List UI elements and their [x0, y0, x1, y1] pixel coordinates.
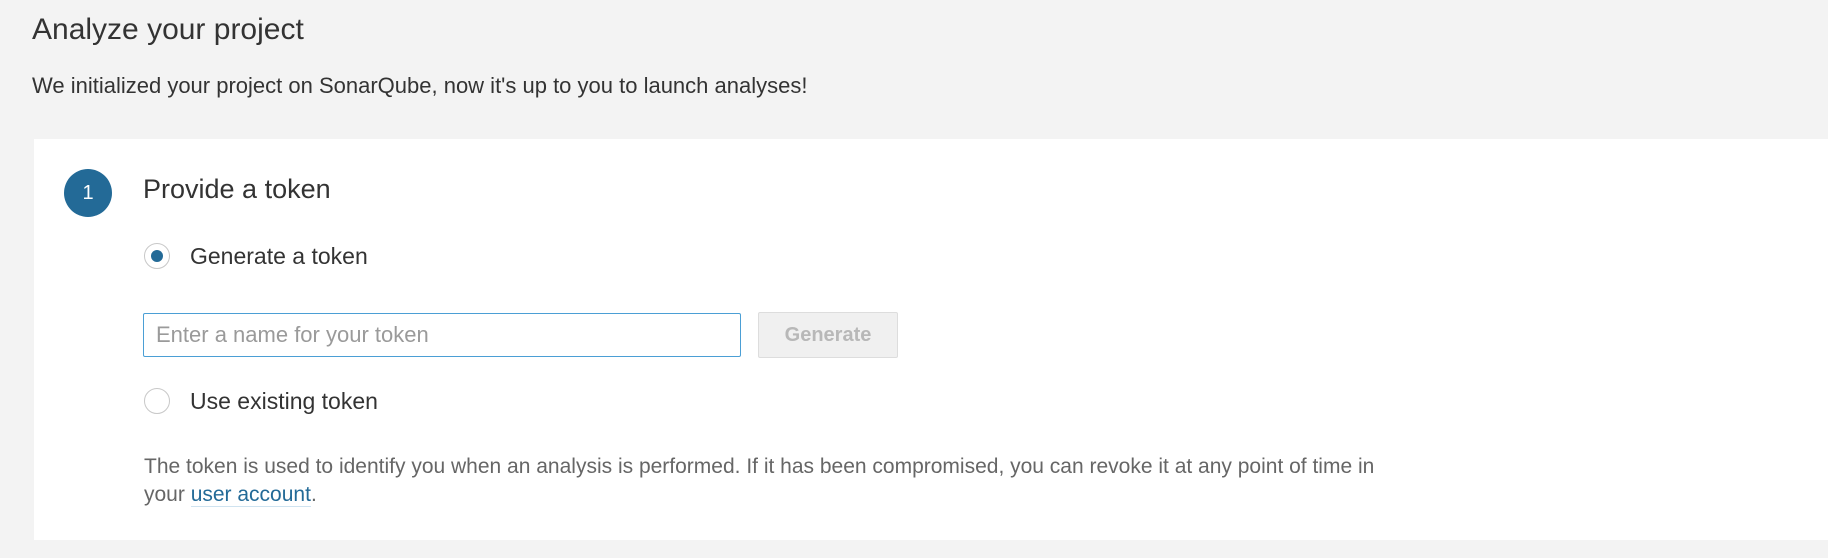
radio-selected-dot: [151, 250, 163, 262]
token-help-text: The token is used to identify you when a…: [144, 453, 1394, 509]
help-text-before: The token is used to identify you when a…: [144, 455, 1375, 506]
use-existing-token-label: Use existing token: [190, 388, 378, 414]
help-text-after: .: [310, 483, 317, 506]
page-title: Analyze your project: [32, 13, 304, 46]
use-existing-token-option[interactable]: Use existing token: [144, 386, 378, 416]
page-subtitle: We initialized your project on SonarQube…: [32, 73, 808, 98]
generate-token-option[interactable]: Generate a token: [144, 241, 368, 271]
step-number-badge: 1: [64, 169, 112, 217]
generate-token-label: Generate a token: [190, 243, 368, 269]
generate-button[interactable]: Generate: [758, 312, 898, 358]
token-name-input[interactable]: [143, 313, 741, 357]
use-existing-token-radio[interactable]: [144, 388, 170, 414]
step-title: Provide a token: [143, 174, 331, 204]
generate-token-radio[interactable]: [144, 243, 170, 269]
provide-token-step: 1 Provide a token Generate a token Gener…: [34, 139, 1828, 540]
user-account-link[interactable]: user account: [190, 483, 311, 507]
